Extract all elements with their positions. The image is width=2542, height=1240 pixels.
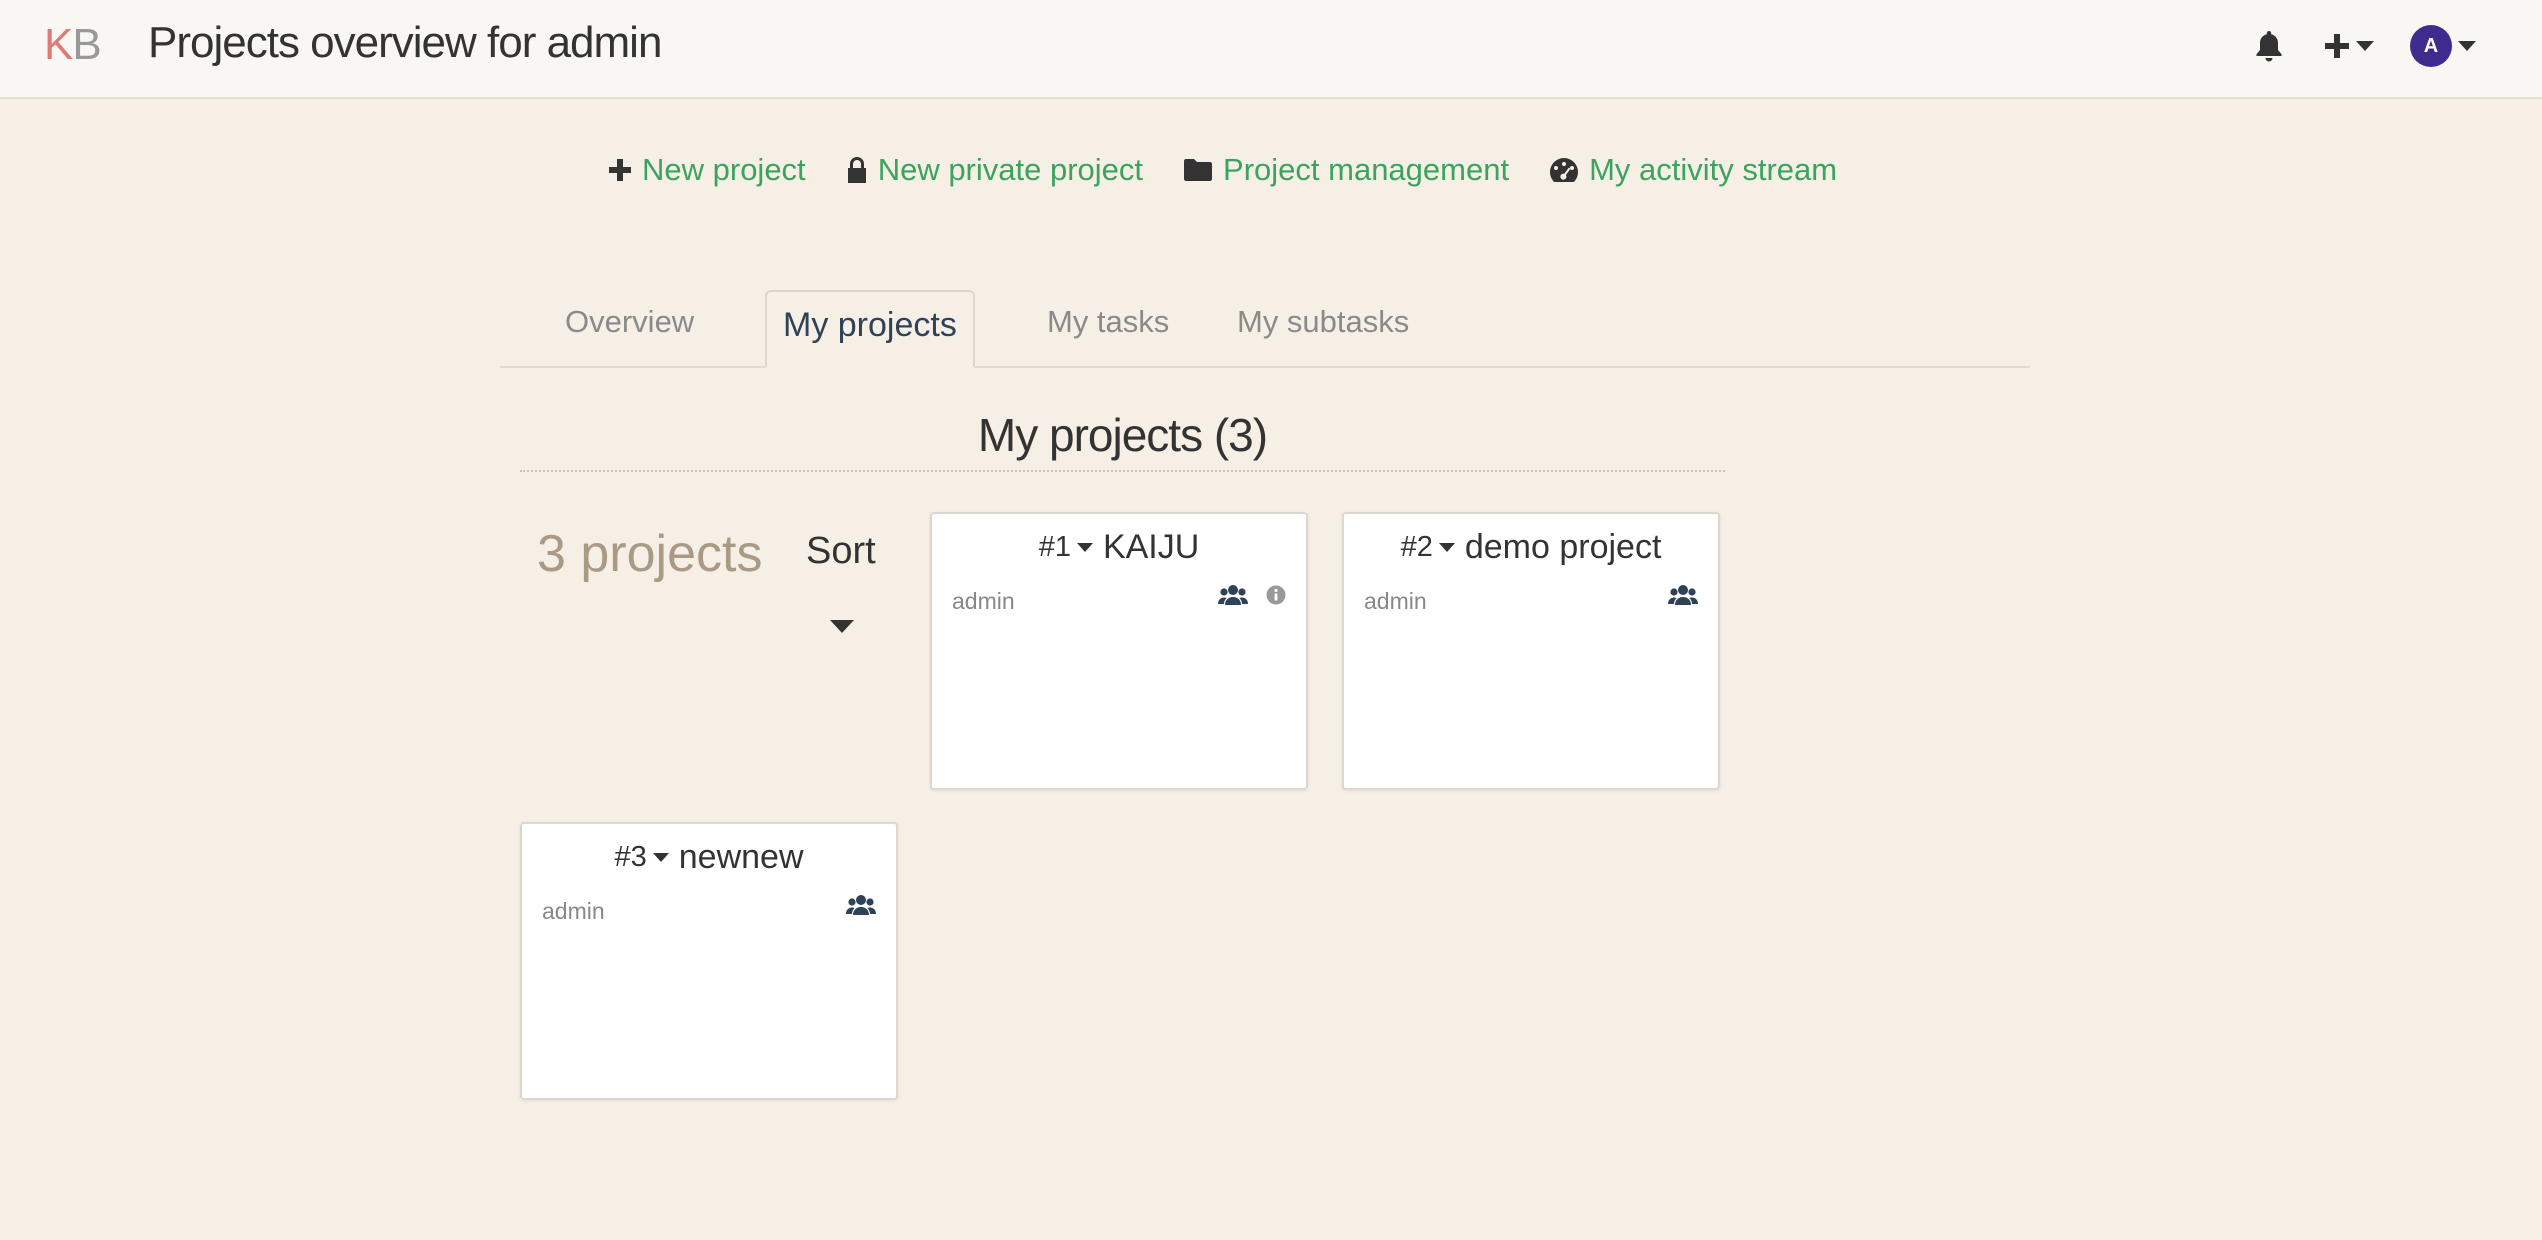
project-name-link[interactable]: KAIJU [1103,528,1199,567]
project-name-link[interactable]: demo project [1465,528,1662,567]
project-icons [1668,584,1698,606]
new-project-link[interactable]: New project [608,152,806,188]
new-private-project-link[interactable]: New private project [846,152,1143,188]
sort-dropdown-icon[interactable] [830,620,854,633]
page-title: Projects overview for admin [148,18,662,67]
users-icon[interactable] [1668,584,1698,606]
create-menu-button[interactable] [2324,26,2374,66]
project-id: #1 [1038,531,1071,563]
project-icons [846,894,876,916]
project-card: #1 KAIJU admin [930,512,1308,790]
project-id: #2 [1400,531,1433,563]
logo-letter-b: B [72,20,101,69]
project-name-link[interactable]: newnew [679,838,804,877]
lock-icon [847,157,866,183]
users-icon[interactable] [1218,584,1248,606]
tab-my-tasks[interactable]: My tasks [1047,304,1169,340]
project-card-title: #3 newnew [522,838,896,877]
project-management-label: Project management [1223,152,1510,187]
project-management-link[interactable]: Project management [1183,152,1509,188]
project-card-title: #2 demo project [1344,528,1718,567]
project-id-dropdown[interactable]: #3 [614,841,669,874]
chevron-down-icon [2356,41,2374,51]
folder-icon [1184,159,1213,181]
activity-stream-label: My activity stream [1589,152,1838,187]
tab-my-projects[interactable]: My projects [765,290,975,368]
chevron-down-icon [652,853,669,862]
new-project-label: New project [642,152,806,187]
logo[interactable]: KB [44,20,102,70]
project-owner: admin [952,588,1015,614]
project-owner: admin [542,898,605,924]
project-id-dropdown[interactable]: #2 [1401,531,1455,564]
project-card-title: #1 KAIJU [932,528,1306,567]
sort-button[interactable]: Sort [806,530,876,573]
logo-letter-k: K [44,20,73,69]
project-id-dropdown[interactable]: #1 [1039,531,1093,564]
project-card: #3 newnew admin [520,822,898,1100]
chevron-down-icon [2458,41,2476,51]
project-card: #2 demo project admin [1342,512,1720,790]
project-id: #3 [614,841,647,873]
tab-my-subtasks[interactable]: My subtasks [1237,304,1409,340]
top-header: KB Projects overview for admin A [0,0,2542,99]
info-icon[interactable] [1266,585,1286,605]
section-title: My projects (3) [520,408,1725,472]
activity-stream-link[interactable]: My activity stream [1549,152,1837,188]
plus-icon [609,159,631,181]
chevron-down-icon [1438,543,1455,552]
avatar: A [2410,25,2452,67]
action-links: New project New private project Project … [608,152,1837,188]
chevron-down-icon [1076,543,1093,552]
users-icon[interactable] [846,894,876,916]
notifications-button[interactable] [2254,26,2284,66]
new-private-project-label: New private project [877,152,1144,187]
bell-icon [2256,31,2282,62]
tab-overview[interactable]: Overview [565,304,694,340]
user-menu-button[interactable]: A [2410,25,2476,67]
project-icons [1218,584,1286,606]
plus-icon [2325,34,2349,58]
dashboard-icon [1550,158,1579,182]
project-owner: admin [1364,588,1427,614]
tabs-bar: Overview My projects My tasks My subtask… [500,290,2030,368]
project-count: 3 projects [537,525,763,583]
